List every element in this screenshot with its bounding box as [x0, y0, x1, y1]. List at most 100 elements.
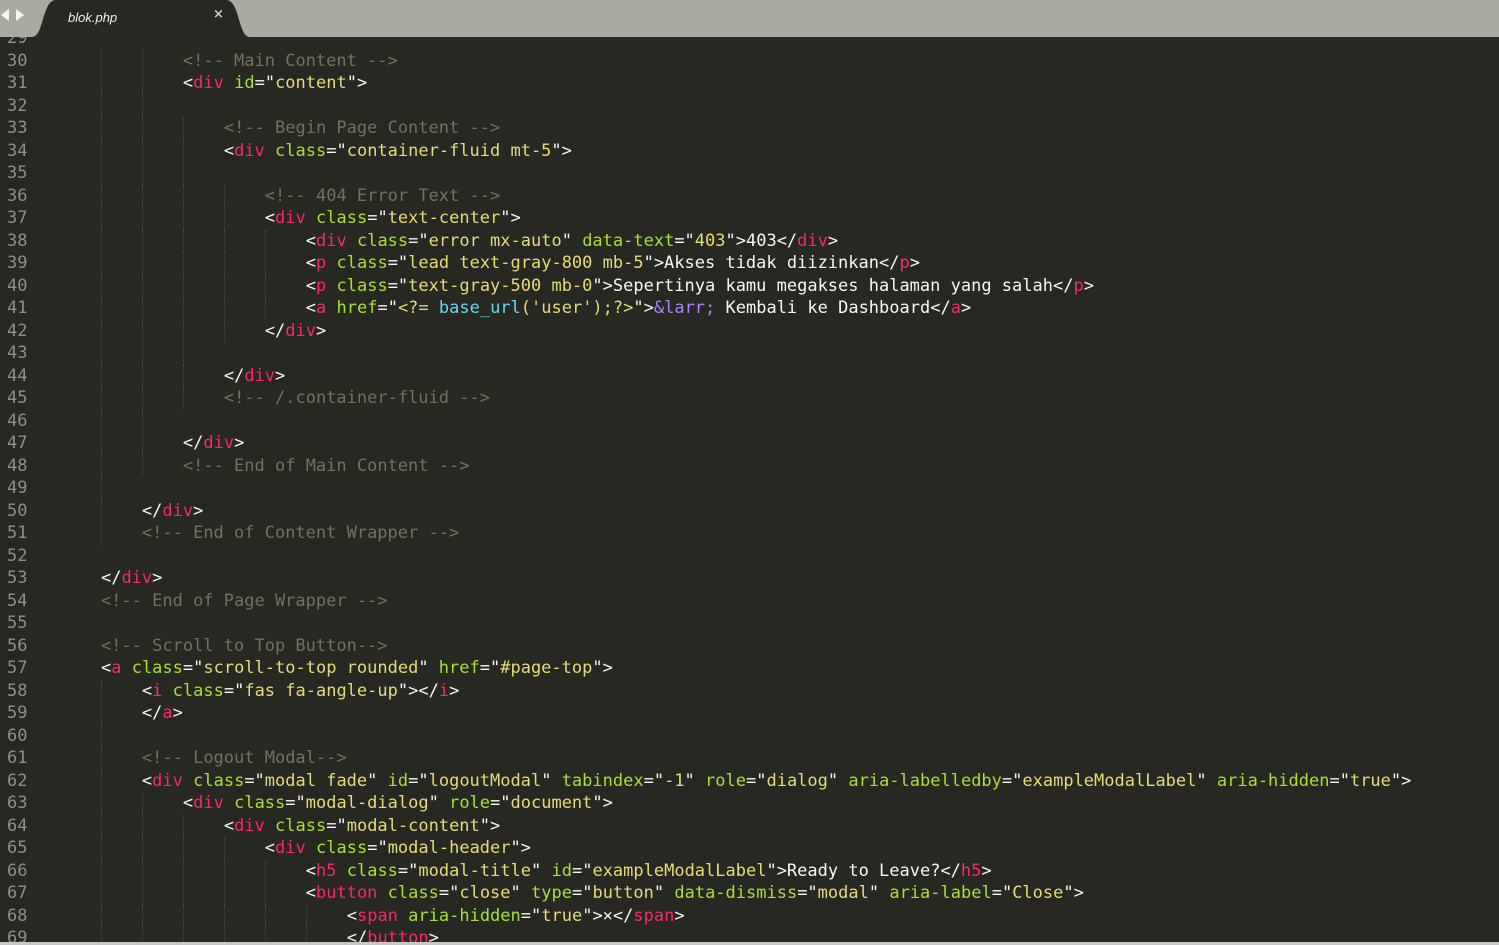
line-number: 46 — [7, 410, 28, 431]
indent-guide — [100, 499, 102, 522]
code-token-punctuation: =" — [377, 298, 398, 318]
code-token-punctuation: </ — [141, 500, 163, 521]
line-number: 67 — [7, 883, 28, 903]
code-token-tag-name: h5 — [960, 860, 982, 881]
code-token-attribute-name: aria-labelledby — [848, 770, 1002, 791]
code-text: <div class="modal fade" id="logoutModal"… — [142, 770, 1411, 793]
code-token-punctuation: "> — [592, 793, 613, 813]
indent-guide — [141, 454, 143, 477]
code-text: </a> — [142, 702, 183, 725]
line-number: 51 — [7, 523, 28, 543]
code-token-string-value: logoutModal — [428, 770, 542, 791]
indent-guide — [100, 679, 102, 702]
indent-guide — [141, 72, 143, 95]
indent-guide — [141, 207, 143, 230]
code-token-tag-name: span — [356, 905, 398, 926]
code-token-punctuation: > — [981, 860, 992, 881]
arrow-left-icon[interactable] — [1, 9, 9, 21]
code-text: <div class="error mx-auto" data-text="40… — [306, 230, 838, 253]
indent-guide — [100, 792, 102, 815]
code-token-punctuation: =" — [745, 770, 767, 791]
code-token-punctuation — [265, 816, 275, 836]
indent-guide — [100, 882, 102, 905]
code-token-punctuation: =" — [254, 73, 276, 93]
code-text: <!-- End of Content Wrapper --> — [142, 522, 459, 545]
code-editor[interactable]: 29 30 <!-- Main Content --> 31 <div id="con… — [0, 37, 1499, 942]
code-token-punctuation: > — [193, 500, 204, 521]
code-token-punctuation: =" — [438, 883, 460, 903]
code-token-string-value: <?= — [397, 298, 439, 318]
code-token-tag-name: div — [234, 815, 265, 836]
code-line: 55 — [0, 612, 61, 635]
code-token-punctuation: </ — [223, 365, 245, 386]
code-line: 54 <!-- End of Page Wrapper --> — [0, 590, 388, 613]
indent-guide — [264, 274, 266, 297]
indent-guide — [264, 297, 266, 320]
indent-guide — [141, 117, 143, 140]
code-token-punctuation — [377, 883, 387, 903]
code-text: <!-- End of Main Content --> — [183, 455, 470, 478]
code-token-attribute-name: class — [336, 275, 388, 296]
code-token-punctuation — [183, 771, 193, 791]
code-token-punctuation: </ — [100, 568, 122, 588]
code-token-punctuation: "> — [551, 140, 572, 161]
indent-guide — [100, 522, 102, 545]
code-token-string-value: document — [510, 793, 593, 813]
line-number: 37 — [7, 208, 28, 228]
code-token-punctuation — [265, 141, 275, 161]
code-line: 53 </div> — [0, 567, 162, 590]
indent-guide — [182, 184, 184, 207]
tab-blok-php[interactable]: blok.php × — [32, 0, 250, 37]
line-number: 64 — [7, 815, 28, 836]
indent-guide — [223, 184, 225, 207]
code-text: <!-- Main Content --> — [183, 50, 398, 73]
code-token-attribute-name: id — [387, 770, 409, 791]
code-token-string-value: modal-title — [418, 860, 531, 881]
code-token-punctuation: < — [305, 298, 316, 318]
indent-guide — [141, 859, 143, 882]
code-token-string-value: true — [541, 905, 583, 926]
code-text: <!-- Logout Modal--> — [142, 747, 347, 770]
indent-guide — [141, 409, 143, 432]
code-line: 66 <h5 class="modal-title" id="exampleMod… — [0, 859, 992, 882]
code-token-punctuation: =" — [367, 208, 388, 228]
code-token-punctuation: < — [264, 838, 276, 858]
indent-guide — [182, 927, 184, 942]
code-line: 59 </a> — [0, 702, 183, 725]
code-token-punctuation: > — [827, 230, 839, 251]
code-token-punctuation: " — [561, 230, 583, 251]
indent-guide — [141, 387, 143, 410]
indent-guide — [141, 139, 143, 162]
code-token-tag-name: div — [285, 320, 316, 341]
line-number: 36 — [7, 185, 28, 206]
code-token-function-name: base_url — [438, 298, 521, 318]
indent-guide — [223, 207, 225, 230]
line-number: 32 — [7, 95, 28, 116]
indent-guide — [100, 814, 102, 837]
code-token-punctuation: =" — [285, 793, 306, 813]
code-token-punctuation: " — [541, 770, 562, 791]
indent-guide — [100, 274, 102, 297]
code-token-tag-name: p — [316, 275, 327, 296]
code-token-punctuation: =" — [367, 838, 388, 858]
code-token-punctuation: > — [428, 928, 439, 942]
code-line: 44 </div> — [0, 364, 285, 387]
arrow-right-icon[interactable] — [16, 9, 24, 21]
code-token-comment: <!-- Begin Page Content --> — [223, 118, 501, 138]
code-token-punctuation: < — [305, 230, 316, 251]
indent-guide — [182, 904, 184, 927]
code-token-punctuation: " — [827, 770, 849, 791]
code-token-punctuation: > — [234, 433, 245, 453]
code-token-punctuation — [347, 231, 357, 251]
code-token-string-value: true — [1349, 770, 1391, 791]
indent-guide — [223, 252, 225, 275]
code-token-punctuation: =" — [520, 905, 542, 926]
code-token-punctuation: =" — [182, 658, 204, 678]
indent-guide — [141, 274, 143, 297]
code-token-punctuation: =" — [387, 275, 409, 296]
code-token-attribute-name: class — [356, 230, 409, 251]
close-icon[interactable]: × — [213, 7, 224, 22]
indent-guide — [182, 882, 184, 905]
code-token-string-value: exampleModalLabel — [592, 860, 767, 881]
code-token-attribute-name: class — [193, 770, 245, 791]
